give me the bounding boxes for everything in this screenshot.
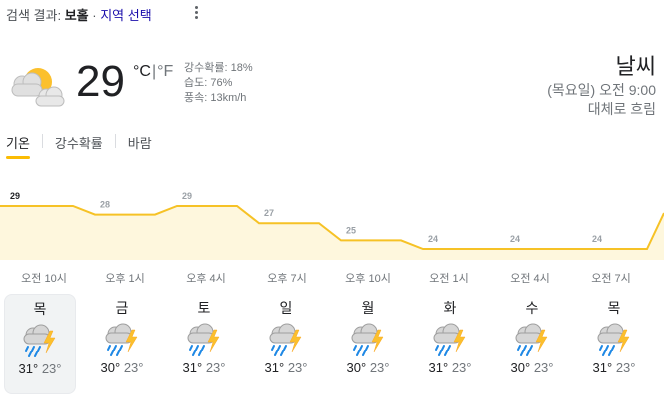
day-name: 월	[361, 300, 375, 316]
thunderstorm-rain-icon	[269, 323, 302, 356]
weather-header: 날씨 (목요일) 오전 9:00 대체로 흐림	[547, 53, 656, 119]
low-temp: 23°	[41, 361, 62, 376]
day-name: 목	[607, 300, 621, 316]
day-forecast-item[interactable]: 목 31° 23°	[578, 294, 650, 394]
day-forecast-item[interactable]: 금 30° 23°	[86, 294, 158, 394]
time-label: 오전 7시	[591, 273, 631, 285]
unit-separator: |	[151, 63, 157, 80]
high-temp: 30°	[346, 360, 367, 375]
low-temp: 23°	[615, 360, 636, 375]
day-name: 토	[197, 300, 211, 316]
low-temp: 23°	[451, 360, 472, 375]
time-label: 오후 7시	[267, 273, 307, 285]
thunderstorm-rain-icon	[433, 323, 466, 356]
high-temp: 31°	[592, 360, 613, 375]
low-temp: 23°	[533, 360, 554, 375]
low-temp: 23°	[369, 360, 390, 375]
day-temperatures: 31° 23°	[414, 360, 486, 376]
day-temperatures: 31° 23°	[578, 360, 650, 376]
chart-data-label: 25	[346, 225, 356, 235]
thunderstorm-rain-icon	[351, 323, 384, 356]
day-name: 금	[115, 300, 129, 316]
high-temp: 31°	[428, 360, 449, 375]
time-label: 오전 10시	[21, 273, 67, 285]
time-label: 오전 1시	[429, 273, 469, 285]
fahrenheit-unit[interactable]: °F	[157, 63, 173, 80]
day-forecast-item[interactable]: 토 31° 23°	[168, 294, 240, 394]
high-temp: 30°	[510, 360, 531, 375]
time-label: 오후 10시	[345, 273, 391, 285]
celsius-unit[interactable]: °C	[133, 63, 151, 80]
high-temp: 30°	[100, 360, 121, 375]
day-temperatures: 31° 23°	[5, 361, 75, 377]
thunderstorm-rain-icon	[597, 323, 630, 356]
chart-data-label: 24	[428, 234, 438, 244]
search-query[interactable]: 보홀	[65, 8, 89, 23]
day-temperatures: 31° 23°	[168, 360, 240, 376]
tab-temperature[interactable]: 기온	[6, 133, 30, 159]
thunderstorm-rain-icon	[23, 324, 56, 357]
time-label: 오전 4시	[510, 273, 550, 285]
humidity: 습도: 76%	[184, 77, 233, 89]
thunderstorm-rain-icon	[105, 323, 138, 356]
wind-speed: 풍속: 13km/h	[184, 92, 247, 104]
precipitation-chance: 강수확률: 18%	[184, 62, 253, 74]
time-label: 오후 1시	[105, 273, 145, 285]
chart-data-label: 29	[182, 191, 192, 201]
more-options-icon[interactable]	[190, 6, 202, 22]
temperature-chart: 29 28 29 27 25 24 24 24	[0, 191, 664, 260]
low-temp: 23°	[287, 360, 308, 375]
time-axis: 오전 10시 오후 1시 오후 4시 오후 7시 오후 10시 오전 1시 오전 4시 오전 …	[0, 270, 664, 286]
day-forecast-item[interactable]: 화 31° 23°	[414, 294, 486, 394]
day-temperatures: 30° 23°	[332, 360, 404, 376]
search-summary: 검색 결과: 보홀 · 지역 선택	[6, 5, 152, 24]
high-temp: 31°	[264, 360, 285, 375]
day-forecast-item[interactable]: 수 30° 23°	[496, 294, 568, 394]
day-temperatures: 30° 23°	[496, 360, 568, 376]
high-temp: 31°	[18, 361, 39, 376]
day-temperatures: 31° 23°	[250, 360, 322, 376]
weather-title: 날씨	[615, 54, 656, 79]
chart-tabs: 기온 강수확률 바람	[6, 133, 152, 159]
day-forecast-item[interactable]: 일 31° 23°	[250, 294, 322, 394]
chart-data-label: 24	[510, 234, 520, 244]
day-name: 수	[525, 300, 539, 316]
thunderstorm-rain-icon	[515, 323, 548, 356]
tab-divider	[114, 134, 116, 148]
low-temp: 23°	[205, 360, 226, 375]
tab-precipitation[interactable]: 강수확률	[55, 133, 103, 159]
day-temperatures: 30° 23°	[86, 360, 158, 376]
unit-toggle: °C|°F	[133, 63, 173, 81]
tab-wind[interactable]: 바람	[128, 133, 152, 159]
day-name: 일	[279, 300, 293, 316]
separator-dot: ·	[92, 8, 97, 23]
day-forecast-item[interactable]: 월 30° 23°	[332, 294, 404, 394]
chart-data-label: 24	[592, 234, 602, 244]
chart-data-label: 27	[264, 208, 274, 218]
time-label: 오후 4시	[186, 273, 226, 285]
choose-location-link[interactable]: 지역 선택	[100, 8, 151, 23]
low-temp: 23°	[123, 360, 144, 375]
chart-data-label: 28	[100, 200, 110, 210]
day-name: 목	[33, 301, 47, 317]
search-prefix: 검색 결과:	[6, 8, 62, 23]
chart-data-label: 29	[10, 191, 20, 201]
tab-divider	[41, 134, 43, 148]
daily-forecast: 목 31° 23° 금 30° 23° 토 31° 23° 일 31° 23° …	[4, 294, 660, 398]
high-temp: 31°	[182, 360, 203, 375]
day-time: (목요일) 오전 9:00	[547, 82, 656, 98]
current-temperature: 29	[76, 57, 125, 106]
day-forecast-item[interactable]: 목 31° 23°	[4, 294, 76, 394]
thunderstorm-rain-icon	[187, 323, 220, 356]
condition-text: 대체로 흐림	[587, 101, 656, 117]
partly-cloudy-day-icon	[6, 62, 66, 108]
day-name: 화	[443, 300, 457, 316]
weather-details: 강수확률: 18% 습도: 76% 풍속: 13km/h	[184, 61, 253, 106]
